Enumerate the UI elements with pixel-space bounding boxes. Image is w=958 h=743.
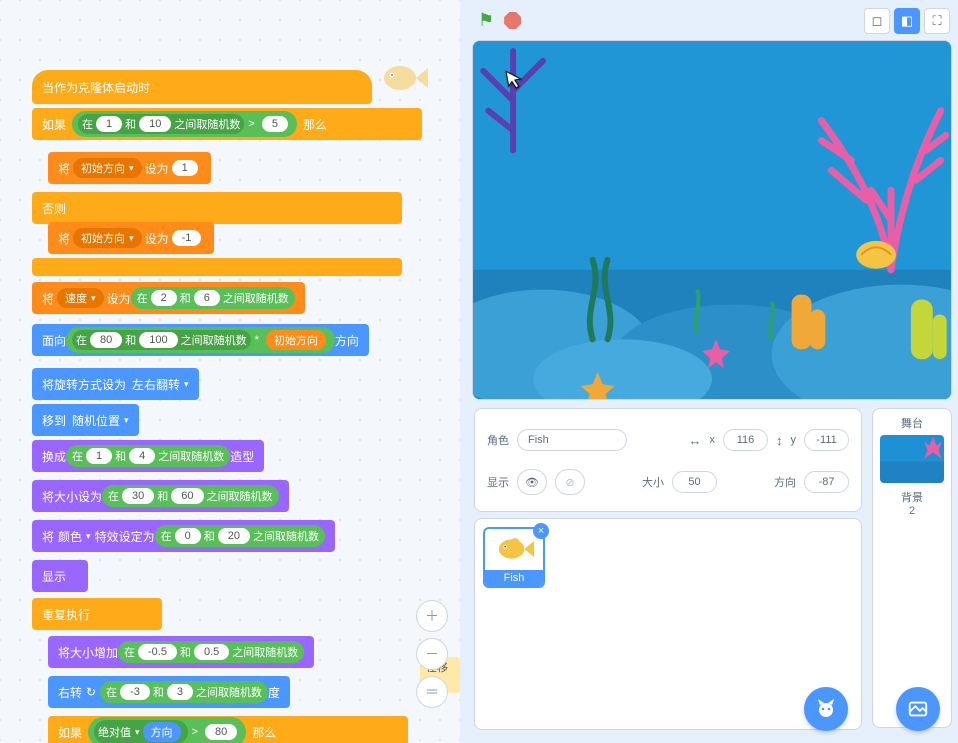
label: 那么 xyxy=(303,116,327,133)
x-input[interactable]: 116 xyxy=(723,429,768,451)
set-var-block[interactable]: 将 速度 设为 在 2 和 6 之间取随机数 xyxy=(32,282,305,314)
size-input[interactable]: 50 xyxy=(672,471,717,493)
hide-button[interactable]: ⊘ xyxy=(555,469,585,495)
xy-icon: ↕ xyxy=(776,433,783,448)
delete-sprite-button[interactable]: × xyxy=(533,523,549,539)
forever-block[interactable]: 重复执行 xyxy=(32,598,162,630)
small-stage-button[interactable]: ◻ xyxy=(864,8,890,34)
add-sprite-button[interactable] xyxy=(804,687,848,731)
backdrop-label: 背景 xyxy=(879,489,945,505)
sprite-list: × Fish xyxy=(474,518,862,730)
sprite-ghost-icon xyxy=(378,60,428,96)
stop-icon[interactable] xyxy=(504,12,521,29)
turn-right-block[interactable]: 右转 ↻ 在 -3 和 3 之间取随机数 度 xyxy=(48,676,290,708)
rand-operator[interactable]: 在 1 和 4 之间取随机数 xyxy=(66,445,230,467)
rand-operator[interactable]: 在 30 和 60 之间取随机数 xyxy=(102,485,279,507)
value-input[interactable]: -1 xyxy=(172,230,202,246)
set-size-block[interactable]: 将大小设为 在 30 和 60 之间取随机数 xyxy=(32,480,289,512)
rand-operator[interactable]: 在 1 和 10 之间取随机数 xyxy=(78,114,244,134)
stage-thumbnail[interactable] xyxy=(880,435,944,483)
xy-icon: ↔ xyxy=(689,433,702,448)
rand-operator[interactable]: 在 80 和 100 之间取随机数 xyxy=(72,330,251,350)
switch-costume-block[interactable]: 换成 在 1 和 4 之间取随机数 造型 xyxy=(32,440,264,472)
mult-operator[interactable]: 在 80 和 100 之间取随机数 * 初始方向 xyxy=(66,327,335,353)
sprite-name-input[interactable]: Fish xyxy=(517,429,627,451)
show-button[interactable]: 👁 xyxy=(517,469,547,495)
var-dropdown[interactable]: 初始方向 xyxy=(73,158,142,178)
zoom-reset-button[interactable]: ＝ xyxy=(416,676,448,708)
sprite-item-label: Fish xyxy=(485,570,543,586)
role-label: 角色 xyxy=(487,432,509,448)
turn-icon: ↻ xyxy=(86,685,96,699)
stage[interactable] xyxy=(472,40,952,400)
gt-operator[interactable]: 绝对值 方向 > 80 xyxy=(88,717,246,743)
stage-panel: 舞台 背景 2 xyxy=(872,408,952,728)
stage-title: 舞台 xyxy=(879,415,945,431)
label: 如果 xyxy=(42,116,66,133)
rand-a[interactable]: 1 xyxy=(96,116,122,132)
if-block[interactable]: 如果 绝对值 方向 > 80 那么 xyxy=(48,716,408,743)
show-block[interactable]: 显示 xyxy=(32,560,88,592)
gt-operator[interactable]: 在 1 和 10 之间取随机数 > 5 xyxy=(72,111,297,137)
underwater-backdrop xyxy=(473,41,951,399)
fullscreen-button[interactable]: ⛶ xyxy=(924,8,950,34)
else-block[interactable]: 否则 xyxy=(32,192,402,224)
label: 当作为克隆体启动时 xyxy=(42,79,150,96)
goto-block[interactable]: 移到 随机位置 xyxy=(32,404,139,436)
rand-operator[interactable]: 在 -0.5 和 0.5 之间取随机数 xyxy=(118,641,304,663)
hat-when-start-as-clone[interactable]: 当作为克隆体启动时 xyxy=(32,70,372,104)
code-editor[interactable]: 当作为克隆体启动时 如果 在 1 和 10 之间取随机数 > 5 那么 将 初始… xyxy=(0,0,460,743)
cmp-value[interactable]: 5 xyxy=(262,116,288,132)
if-block-end[interactable] xyxy=(32,258,402,276)
point-direction-block[interactable]: 面向 在 80 和 100 之间取随机数 * 初始方向 方向 xyxy=(32,324,369,356)
set-rotation-block[interactable]: 将旋转方式设为 左右翻转 xyxy=(32,368,199,400)
green-flag-icon[interactable]: ⚑ xyxy=(478,10,494,31)
zoom-in-button[interactable]: ＋ xyxy=(416,600,448,632)
rand-operator[interactable]: 在 2 和 6 之间取随机数 xyxy=(131,287,295,309)
set-var-block[interactable]: 将 初始方向 设为 -1 xyxy=(48,222,214,254)
add-backdrop-button[interactable] xyxy=(896,687,940,731)
direction-input[interactable]: -87 xyxy=(804,471,849,493)
y-input[interactable]: -111 xyxy=(804,429,849,451)
rotation-dropdown[interactable]: 左右翻转 xyxy=(132,376,189,393)
sprite-item-fish[interactable]: × Fish xyxy=(483,527,545,588)
var-dropdown[interactable]: 速度 xyxy=(57,288,104,308)
if-block[interactable]: 如果 在 1 和 10 之间取随机数 > 5 那么 xyxy=(32,108,422,140)
fish-icon xyxy=(494,533,534,565)
var-reporter[interactable]: 初始方向 xyxy=(266,330,326,350)
abs-operator[interactable]: 绝对值 方向 xyxy=(94,720,188,743)
rand-operator[interactable]: 在 0 和 20 之间取随机数 xyxy=(155,525,325,547)
sprite-properties-panel: 角色 Fish ↔ x 116 ↕ y -111 显示 👁 ⊘ 大小 50 方向… xyxy=(474,408,862,512)
rand-operator[interactable]: 在 -3 和 3 之间取随机数 xyxy=(100,681,268,703)
goto-dropdown[interactable]: 随机位置 xyxy=(72,412,129,429)
zoom-out-button[interactable]: － xyxy=(416,638,448,670)
set-effect-block[interactable]: 将 颜色 特效设定为 在 0 和 20 之间取随机数 xyxy=(32,520,335,552)
var-dropdown[interactable]: 初始方向 xyxy=(73,228,142,248)
value-input[interactable]: 1 xyxy=(172,160,198,176)
set-var-block[interactable]: 将 初始方向 设为 1 xyxy=(48,152,211,184)
effect-dropdown[interactable]: 颜色 xyxy=(58,528,91,545)
change-size-block[interactable]: 将大小增加 在 -0.5 和 0.5 之间取随机数 xyxy=(48,636,314,668)
backdrop-count: 2 xyxy=(879,505,945,517)
rand-b[interactable]: 10 xyxy=(139,116,171,132)
large-stage-button[interactable]: ◧ xyxy=(894,8,920,34)
